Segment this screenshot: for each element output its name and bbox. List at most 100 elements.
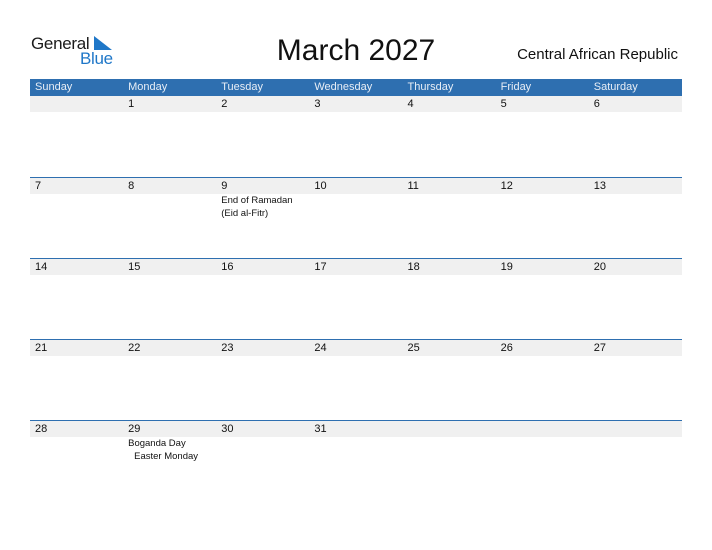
day-cell-events: [589, 194, 682, 220]
day-number: 17: [314, 261, 327, 273]
day-events-row: Boganda Day Easter Monday: [30, 437, 682, 463]
day-events-row: End of Ramadan (Eid al-Fitr): [30, 194, 682, 220]
day-number: 11: [407, 180, 419, 192]
day-cell-events: [30, 112, 123, 113]
day-cell-events: End of Ramadan (Eid al-Fitr): [216, 194, 309, 220]
day-number: 15: [128, 261, 141, 273]
day-number: 16: [221, 261, 234, 273]
day-number: 18: [407, 261, 420, 273]
day-cell-events: [309, 437, 402, 463]
day-number: 8: [128, 180, 135, 192]
day-events-row: [30, 275, 682, 276]
weekday-sunday: Sunday: [35, 81, 73, 93]
day-number-strip: 1 2 3 4 5 6: [30, 96, 682, 112]
day-cell-events: [309, 194, 402, 220]
day-number: 26: [500, 342, 513, 354]
day-number: 2: [221, 98, 228, 110]
day-cell-events: [496, 356, 589, 357]
day-cell-events: [496, 437, 589, 463]
day-number: 3: [314, 98, 321, 110]
holiday-label: Boganda Day: [128, 438, 186, 449]
day-number: 24: [314, 342, 327, 354]
day-number: 30: [221, 423, 234, 435]
day-cell-events: [30, 356, 123, 357]
day-number: [30, 96, 123, 112]
day-number: 13: [593, 180, 606, 192]
day-number: 5: [500, 98, 507, 110]
day-number: 9: [221, 180, 228, 192]
day-number-strip: 28 29 30 31: [30, 421, 682, 437]
day-cell-events: [216, 112, 309, 113]
day-cell-events: [589, 356, 682, 357]
week-row: 14 15 16 17 18 19 20: [30, 258, 682, 339]
weekday-tuesday: Tuesday: [221, 81, 264, 93]
day-cell-events: [30, 437, 123, 463]
day-number: [589, 421, 682, 437]
country-name: Central African Republic: [517, 46, 678, 63]
day-cell-events: [30, 194, 123, 220]
day-number: 12: [500, 180, 513, 192]
day-number: 14: [35, 261, 48, 273]
day-cell-events: [123, 275, 216, 276]
day-cell-events: [403, 356, 496, 357]
day-cell-events: [403, 437, 496, 463]
day-cell-events: [123, 112, 216, 113]
day-number: 23: [221, 342, 234, 354]
day-events-row: [30, 112, 682, 113]
day-events-row: [30, 356, 682, 357]
day-cell-events: [496, 112, 589, 113]
weekday-saturday: Saturday: [593, 81, 638, 93]
day-number: [496, 421, 589, 437]
day-cell-events: [403, 194, 496, 220]
day-cell-events: Boganda Day Easter Monday: [123, 437, 216, 463]
day-number-strip: 14 15 16 17 18 19 20: [30, 259, 682, 275]
day-cell-events: [589, 112, 682, 113]
week-row: 28 29 30 31 Boganda Day Easter Monday: [30, 420, 682, 501]
weekday-header: Sunday Monday Tuesday Wednesday Thursday…: [30, 79, 682, 96]
day-cell-events: [496, 275, 589, 276]
day-number: 21: [35, 342, 48, 354]
day-cell-events: [309, 112, 402, 113]
day-number: 25: [407, 342, 420, 354]
day-cell-events: [123, 194, 216, 220]
day-number: 20: [593, 261, 606, 273]
day-cell-events: [216, 356, 309, 357]
day-number: 19: [500, 261, 513, 273]
calendar-grid: Sunday Monday Tuesday Wednesday Thursday…: [30, 79, 682, 501]
day-number: 6: [593, 98, 600, 110]
day-cell-events: [403, 112, 496, 113]
day-cell-events: [403, 275, 496, 276]
weekday-thursday: Thursday: [407, 81, 454, 93]
day-cell-events: [309, 356, 402, 357]
day-number: 27: [593, 342, 606, 354]
day-cell-events: [496, 194, 589, 220]
day-number-strip: 21 22 23 24 25 26 27: [30, 340, 682, 356]
weekday-monday: Monday: [128, 81, 168, 93]
holiday-label: (Eid al-Fitr): [221, 207, 269, 219]
weekday-wednesday: Wednesday: [314, 81, 373, 93]
holiday-label: Easter Monday: [134, 450, 199, 462]
week-row: 1 2 3 4 5 6: [30, 96, 682, 177]
day-cell-events: [123, 356, 216, 357]
day-number: 31: [314, 423, 327, 435]
day-cell-events: [216, 275, 309, 276]
holiday-label: End of Ramadan: [221, 195, 293, 206]
day-cell-events: [309, 275, 402, 276]
day-cell-events: [589, 275, 682, 276]
weeks-container: 1 2 3 4 5 6 7 8 9 10 11 12 13 End of Ramadan (Eid al-F…: [30, 96, 682, 501]
day-cell-events: [589, 437, 682, 463]
day-number: 1: [128, 98, 135, 110]
weekday-friday: Friday: [500, 81, 532, 93]
day-number: 7: [35, 180, 42, 192]
day-number: 10: [314, 180, 327, 192]
day-cell-events: [30, 275, 123, 276]
day-number: 28: [35, 423, 48, 435]
day-cell-events: [216, 437, 309, 463]
day-number: 22: [128, 342, 141, 354]
week-row: 7 8 9 10 11 12 13 End of Ramadan (Eid al-Fitr): [30, 177, 682, 258]
day-number: 29: [128, 423, 141, 435]
day-number-strip: 7 8 9 10 11 12 13: [30, 178, 682, 194]
day-number: [403, 421, 496, 437]
week-row: 21 22 23 24 25 26 27: [30, 339, 682, 420]
day-number: 4: [407, 98, 414, 110]
